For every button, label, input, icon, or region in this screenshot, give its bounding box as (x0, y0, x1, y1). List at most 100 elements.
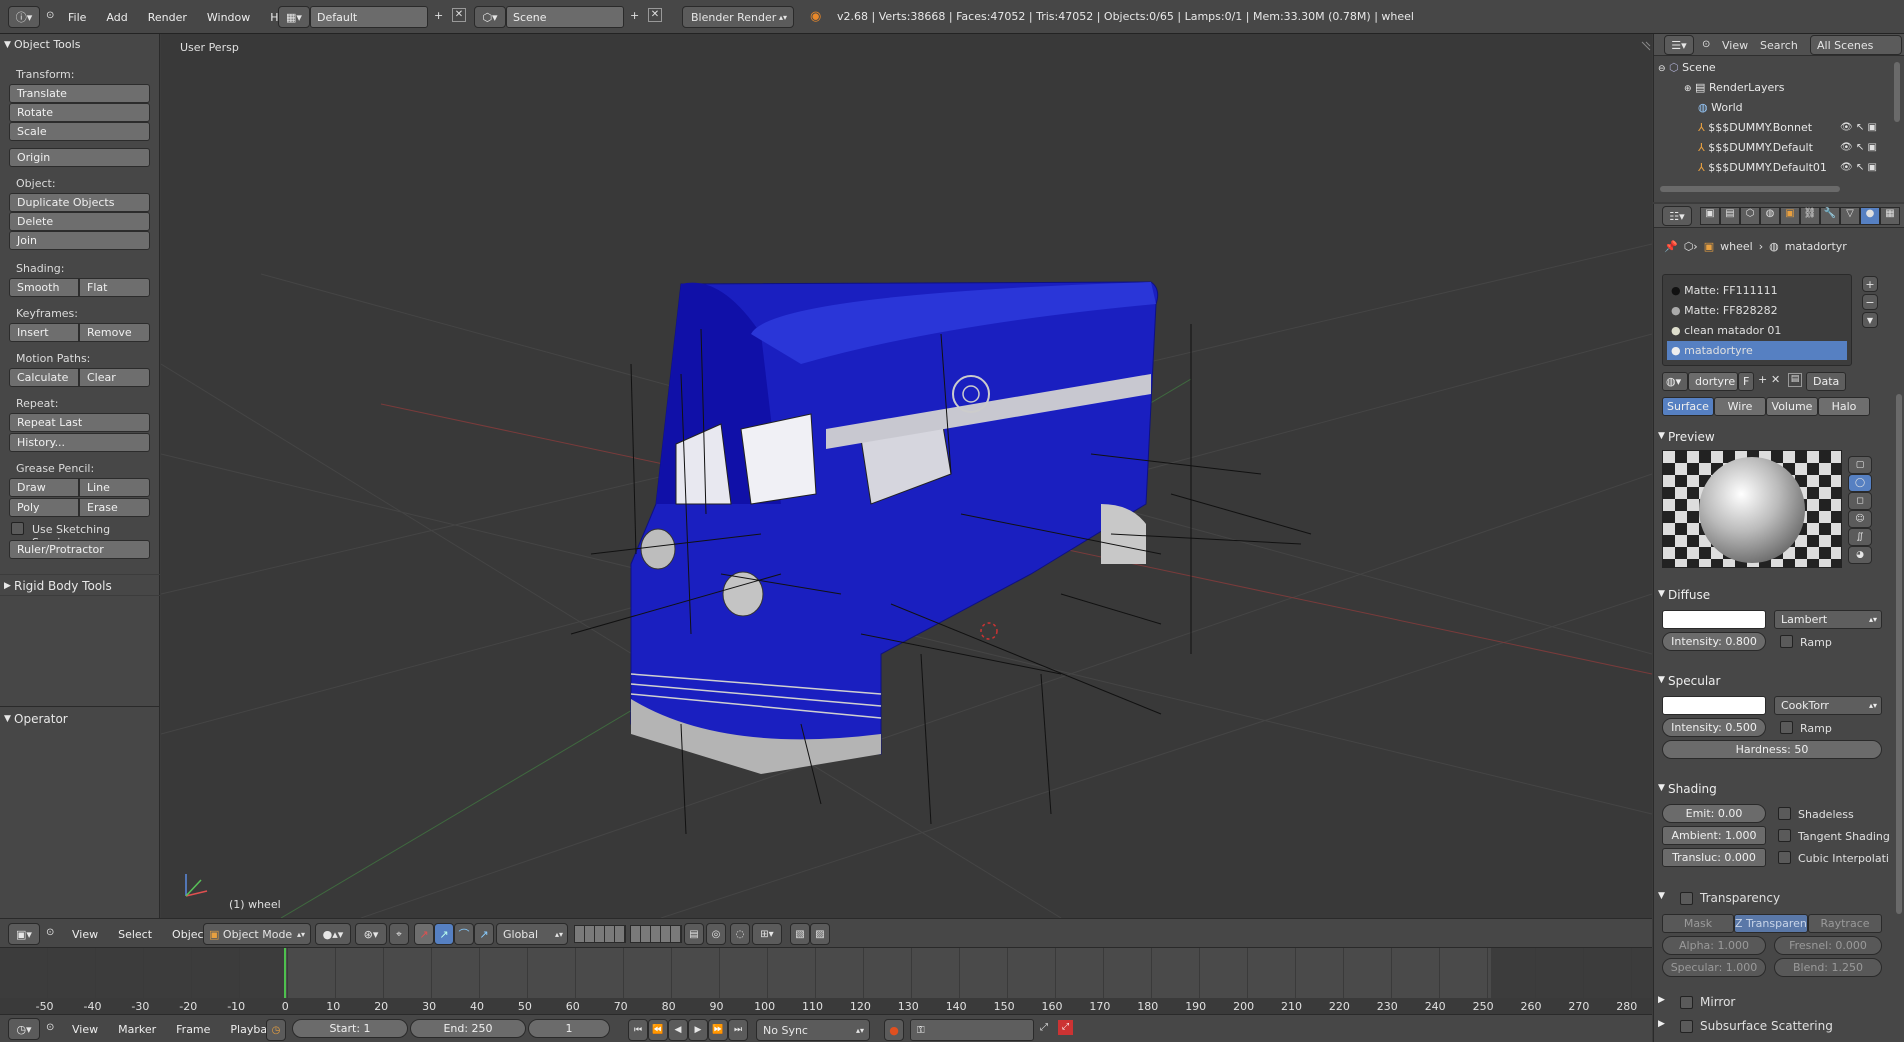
transparency-specular-field[interactable]: Specular: 1.000 (1662, 958, 1766, 977)
layout-name-field[interactable]: Default (310, 6, 428, 28)
flat-button[interactable]: Flat (79, 278, 150, 297)
fresnel-field[interactable]: Fresnel: 0.000 (1774, 936, 1882, 955)
scene-close-icon[interactable]: ✕ (648, 8, 662, 22)
join-button[interactable]: Join (9, 231, 150, 250)
ruler-button[interactable]: Ruler/Protractor (9, 540, 150, 559)
material-slot[interactable]: ● Matte: FF828282 (1667, 301, 1847, 320)
menu-view[interactable]: View (72, 928, 98, 941)
object-tools-panel-header[interactable]: ▼ Object Tools (0, 34, 160, 56)
render-icon[interactable]: ▣ (1867, 122, 1876, 133)
clear-button[interactable]: Clear (79, 368, 150, 387)
menu-select[interactable]: Select (118, 928, 152, 941)
editor-type-properties-button[interactable]: ☷▾ (1662, 206, 1692, 226)
jump-start-icon[interactable]: ⏮ (628, 1019, 648, 1041)
manipulator-toggle[interactable]: ⌖ (389, 923, 409, 945)
preview-panel-header[interactable]: ▼ Preview (1658, 430, 1715, 444)
material-slot[interactable]: ● clean matador 01 (1667, 321, 1847, 340)
start-frame-field[interactable]: Start: 1 (292, 1019, 408, 1038)
world-tab-icon[interactable]: ◍ (1760, 207, 1780, 225)
cursor-icon[interactable]: ↖ (1856, 162, 1864, 173)
tangent-shading-checkbox[interactable] (1778, 829, 1791, 842)
outliner-row-renderlayers[interactable]: ⊕ ▤ RenderLayers (1684, 78, 1785, 98)
auto-keyframe-button[interactable]: ● (884, 1019, 904, 1041)
collapse-menu-icon[interactable]: ⊙ (1702, 39, 1710, 50)
material-unlink-icon[interactable]: ✕ (1771, 373, 1780, 386)
object-tab-icon[interactable]: ▣ (1780, 207, 1800, 225)
line-button[interactable]: Line (79, 478, 150, 497)
render-animation-button[interactable]: ▨ (810, 923, 830, 945)
lock-camera-button[interactable]: ▤ (684, 923, 704, 945)
material-slots-list[interactable]: ● Matte: FF111111 ● Matte: FF828282 ● cl… (1662, 274, 1852, 366)
menu-window[interactable]: Window (207, 11, 250, 24)
menu-view[interactable]: View (72, 1023, 98, 1036)
play-reverse-icon[interactable]: ◀ (668, 1019, 688, 1041)
editor-type-timeline-button[interactable]: ◷▾ (8, 1018, 40, 1040)
diffuse-intensity-slider[interactable]: Intensity: 0.800 (1662, 632, 1766, 651)
diffuse-color-swatch[interactable] (1662, 610, 1766, 629)
layout-close-icon[interactable]: ✕ (452, 8, 466, 22)
hardness-field[interactable]: Hardness: 50 (1662, 740, 1882, 759)
slot-menu-icon[interactable]: ▼ (1862, 312, 1878, 328)
blend-field[interactable]: Blend: 1.250 (1774, 958, 1882, 977)
diffuse-shader-select[interactable]: Lambert ▴▾ (1774, 610, 1882, 629)
outliner-row-dummy-default[interactable]: ⅄ $$$DUMMY.Default (1698, 138, 1813, 158)
shadeless-checkbox[interactable] (1778, 807, 1791, 820)
link-data-select[interactable]: Data (1806, 372, 1846, 391)
menu-frame[interactable]: Frame (176, 1023, 210, 1036)
specular-color-swatch[interactable] (1662, 696, 1766, 715)
halo-tab[interactable]: Halo (1818, 397, 1870, 416)
cube-preview-icon[interactable]: ◻ (1848, 492, 1872, 510)
transparency-checkbox[interactable] (1680, 892, 1693, 905)
layout-add-icon[interactable]: + (434, 9, 443, 22)
play-icon[interactable]: ▶ (688, 1019, 708, 1041)
editor-type-info-button[interactable]: ⓘ▾ (8, 6, 40, 28)
alpha-field[interactable]: Alpha: 1.000 (1662, 936, 1766, 955)
eye-icon[interactable]: 👁 (1840, 142, 1853, 153)
rigid-body-panel-header[interactable]: ▶ Rigid Body Tools (0, 574, 160, 596)
material-browse-button[interactable]: ◍▾ (1662, 372, 1688, 391)
jump-keyframe-forward-icon[interactable]: ⏩ (708, 1019, 728, 1041)
monkey-preview-icon[interactable]: ☺ (1848, 510, 1872, 528)
material-name-field[interactable]: dortyre (1688, 372, 1738, 391)
raytrace-tab[interactable]: Raytrace (1808, 914, 1882, 933)
specular-panel-header[interactable]: ▼ Specular (1658, 674, 1720, 688)
sphere-preview-icon[interactable]: ◯ (1848, 474, 1872, 492)
poly-button[interactable]: Poly (9, 498, 79, 517)
hair-preview-icon[interactable]: ∬ (1848, 528, 1872, 546)
transform-manipulator-button[interactable]: ↗ (474, 923, 494, 945)
ambient-field[interactable]: Ambient: 1.000 (1662, 826, 1766, 845)
diffuse-panel-header[interactable]: ▼ Diffuse (1658, 588, 1710, 602)
translate-manipulator-button[interactable]: ↗ (414, 923, 434, 945)
emit-field[interactable]: Emit: 0.00 (1662, 804, 1766, 823)
timeline-track-area[interactable] (0, 948, 1652, 1014)
remove-keyframe-button[interactable]: Remove (79, 323, 150, 342)
outliner-display-select[interactable]: All Scenes (1810, 35, 1902, 55)
data-tab-icon[interactable]: ▽ (1840, 207, 1860, 225)
mirror-checkbox[interactable] (1680, 996, 1693, 1009)
erase-button[interactable]: Erase (79, 498, 150, 517)
wire-tab[interactable]: Wire (1714, 397, 1766, 416)
diffuse-ramp-checkbox[interactable] (1780, 635, 1793, 648)
smooth-button[interactable]: Smooth (9, 278, 79, 297)
material-browse-node-icon[interactable]: ▤ (1788, 373, 1802, 387)
outliner-menu-search[interactable]: Search (1760, 39, 1798, 52)
sync-mode-select[interactable]: No Sync ▴▾ (756, 1019, 870, 1041)
outliner-row-scene[interactable]: ⊖ ⬡ Scene (1658, 58, 1716, 78)
fake-user-button[interactable]: F (1738, 372, 1754, 391)
outliner-row-dummy-default01[interactable]: ⅄ $$$DUMMY.Default01 (1698, 158, 1827, 178)
viewport-shading-select[interactable]: ●▴▾ (315, 923, 351, 945)
keying-set-field[interactable]: ⚿ (910, 1019, 1034, 1041)
sketching-checkbox[interactable] (11, 522, 24, 535)
z-transparency-tab[interactable]: Z Transparenc (1734, 914, 1808, 933)
preview-range-toggle[interactable]: ◷ (266, 1019, 286, 1041)
menu-file[interactable]: File (68, 11, 86, 24)
collapse-menu-icon[interactable]: ⊙ (46, 10, 54, 21)
calculate-button[interactable]: Calculate (9, 368, 79, 387)
material-slot-active[interactable]: ● matadortyre (1667, 341, 1847, 360)
jump-end-icon[interactable]: ⏭ (728, 1019, 748, 1041)
render-icon[interactable]: ▣ (1867, 162, 1876, 173)
surface-tab[interactable]: Surface (1662, 397, 1714, 416)
mode-select[interactable]: ▣ Object Mode ▴▾ (203, 923, 311, 945)
material-slot[interactable]: ● Matte: FF111111 (1667, 281, 1847, 300)
draw-button[interactable]: Draw (9, 478, 79, 497)
